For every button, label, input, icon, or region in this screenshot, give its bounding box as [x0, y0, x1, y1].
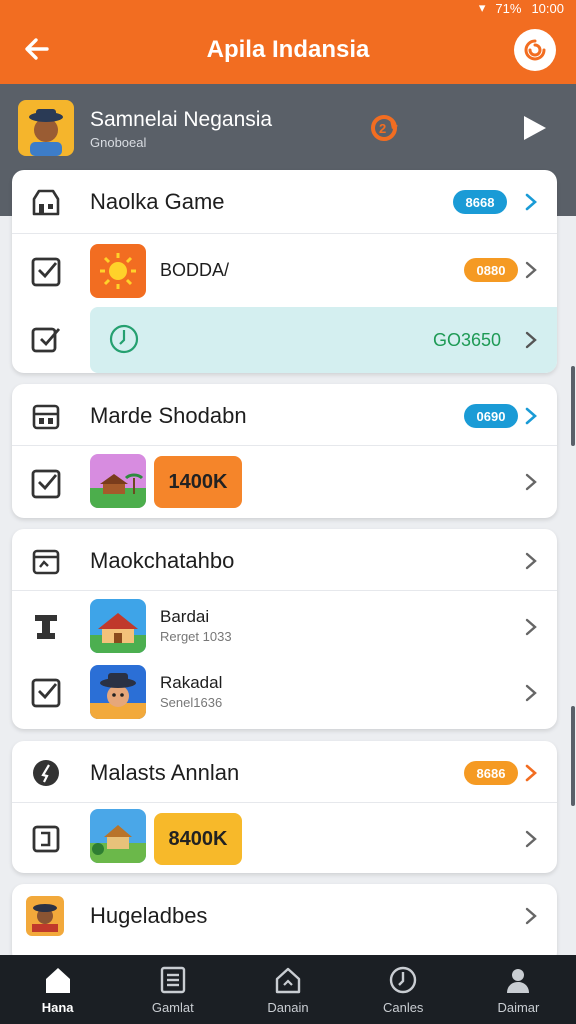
section-title: Naolka Game — [90, 189, 225, 214]
nav-history[interactable]: Canles — [346, 955, 461, 1024]
profile-subtitle: Gnoboeal — [90, 135, 147, 150]
achievement-badge-icon[interactable]: 2 — [368, 110, 404, 146]
anvil-icon — [35, 615, 57, 639]
nav-domain[interactable]: Danain — [230, 955, 345, 1024]
chevron-right-icon — [525, 193, 537, 211]
section-card: Hugeladbes — [12, 884, 557, 964]
store-icon — [32, 189, 60, 216]
game-icon — [26, 896, 64, 936]
compass-icon — [33, 760, 59, 786]
nav-label: Canles — [382, 1000, 424, 1015]
list-item[interactable]: 8400K — [12, 805, 557, 873]
balance-value: GO3650 — [432, 330, 501, 350]
chevron-right-icon — [525, 473, 537, 491]
wifi-icon: ▾ — [478, 0, 486, 15]
document-icon — [32, 825, 60, 853]
profile-name: Samnelai Negansia — [90, 108, 273, 131]
item-badge: 0880 — [464, 258, 518, 282]
nav-label: Daimar — [497, 1000, 540, 1015]
shop-icon — [32, 404, 60, 430]
nav-profile[interactable]: Daimar — [461, 955, 576, 1024]
top-app-bar: Apila Indansia — [0, 16, 576, 84]
chevron-right-icon — [525, 618, 537, 636]
calendar-icon — [32, 549, 60, 575]
item-title: Rakadal — [160, 673, 223, 692]
chevron-right-icon — [525, 407, 537, 425]
section-header[interactable]: Naolka Game 8668 — [12, 170, 557, 234]
list-item[interactable]: Bardai Rerget 1033 — [12, 595, 557, 661]
person-icon — [507, 969, 530, 993]
bottom-navigation: Hana Gamlat Danain Canles Daimar — [0, 955, 576, 1024]
avatar[interactable] — [18, 100, 74, 156]
item-title: Bardai — [160, 607, 210, 626]
chevron-right-icon — [525, 764, 537, 782]
village-thumbnail — [90, 454, 146, 508]
section-card: Naolka Game 8668 BODDA/ 0880 GO3650 — [12, 170, 557, 373]
checkbox-icon[interactable] — [30, 677, 62, 709]
section-card: Marde Shodabn 0690 1400K — [12, 384, 557, 518]
chevron-right-icon — [525, 684, 537, 702]
character-thumbnail — [90, 665, 146, 719]
refresh-icon — [524, 39, 546, 61]
status-bar: ▾ 71% 10:00 — [0, 0, 576, 16]
nav-label: Gamlat — [151, 1000, 194, 1015]
reward-tag: 8400K — [154, 813, 242, 865]
house-thumbnail — [90, 599, 146, 653]
balance-bar[interactable]: GO3650 — [90, 307, 557, 373]
scrollbar-thumb[interactable] — [571, 366, 575, 446]
checkbox-icon[interactable] — [30, 468, 62, 500]
nav-games[interactable]: Gamlat — [115, 955, 230, 1024]
item-subtitle: Senel1636 — [160, 695, 223, 710]
section-header[interactable]: Malasts Annlan 8686 — [12, 741, 557, 803]
svg-text:2: 2 — [379, 121, 386, 136]
chevron-right-icon — [525, 907, 537, 925]
section-title: Hugeladbes — [90, 903, 208, 928]
item-label: BODDA/ — [160, 260, 230, 280]
chevron-right-icon — [525, 830, 537, 848]
chevron-right-icon — [525, 552, 537, 570]
list-item[interactable]: 1400K — [12, 448, 557, 518]
count-badge: 8668 — [453, 190, 507, 214]
section-title: Marde Shodabn — [90, 403, 247, 428]
edit-box-icon — [31, 327, 61, 353]
refresh-button[interactable] — [514, 29, 556, 71]
play-icon[interactable] — [518, 112, 550, 144]
sun-thumbnail — [90, 244, 146, 298]
section-card: Maokchatahbo Bardai Rerget 1033 Rakadal … — [12, 529, 557, 729]
section-card: Malasts Annlan 8686 8400K — [12, 741, 557, 873]
nav-label: Hana — [41, 1000, 74, 1015]
section-header[interactable]: Marde Shodabn 0690 — [12, 384, 557, 446]
section-title: Maokchatahbo — [90, 548, 235, 573]
item-subtitle: Rerget 1033 — [160, 629, 232, 644]
section-header[interactable]: Maokchatahbo — [12, 529, 557, 591]
scrollbar-thumb-lower[interactable] — [571, 706, 575, 806]
list-icon — [160, 966, 185, 994]
chevron-right-icon — [525, 331, 537, 349]
battery-level: 71% — [495, 0, 522, 16]
count-badge: 0690 — [464, 404, 518, 428]
home-icon — [45, 968, 70, 993]
reward-tag: 1400K — [154, 456, 242, 508]
checkbox-icon[interactable] — [30, 256, 62, 288]
list-item[interactable]: BODDA/ 0880 — [12, 236, 557, 306]
page-title: Apila Indansia — [206, 36, 370, 63]
list-item[interactable]: GO3650 — [12, 301, 557, 373]
section-title: Malasts Annlan — [90, 760, 240, 785]
house-outline-icon — [275, 967, 301, 994]
clock-icon — [390, 966, 417, 994]
list-item[interactable]: Rakadal Senel1636 — [12, 661, 557, 729]
clock-time: 10:00 — [531, 0, 564, 16]
timer-icon — [109, 324, 139, 354]
count-badge: 8686 — [464, 761, 518, 785]
nav-home[interactable]: Hana — [0, 955, 115, 1024]
nav-label: Danain — [267, 1000, 309, 1015]
chevron-right-icon — [525, 261, 537, 279]
farm-thumbnail — [90, 809, 146, 863]
section-header[interactable]: Hugeladbes — [12, 884, 557, 948]
scrollbar[interactable] — [570, 216, 576, 956]
